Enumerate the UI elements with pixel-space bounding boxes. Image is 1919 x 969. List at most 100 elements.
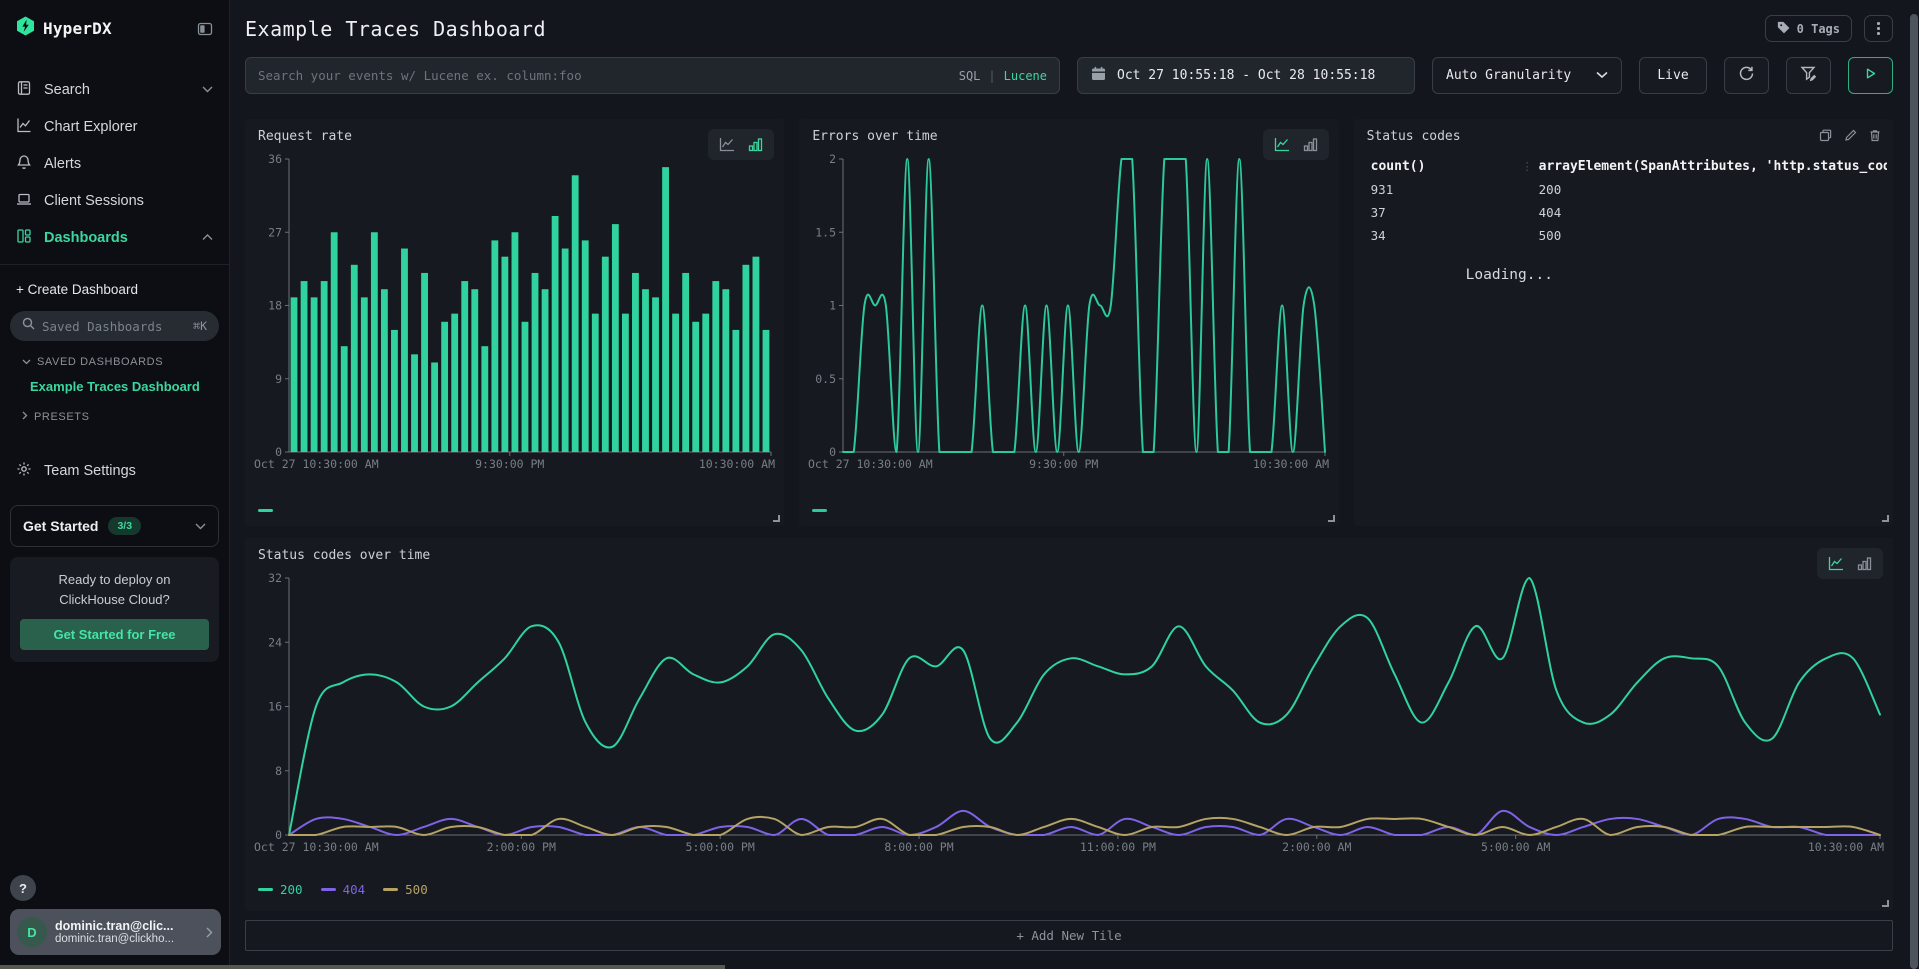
svg-text:8: 8 — [275, 764, 282, 778]
run-query-button[interactable] — [1848, 57, 1893, 94]
svg-text:24: 24 — [268, 635, 282, 649]
page-title: Example Traces Dashboard — [245, 17, 546, 41]
chevron-right-icon — [206, 927, 213, 938]
tile-resize-handle[interactable] — [1882, 515, 1889, 522]
sidebar-item-team-settings[interactable]: Team Settings — [0, 452, 229, 489]
refresh-button[interactable] — [1724, 57, 1769, 94]
clickhouse-promo-card: Ready to deploy on ClickHouse Cloud? Get… — [10, 557, 219, 662]
chevron-down-icon — [195, 523, 206, 530]
table-row[interactable]: 37 404 — [1371, 205, 1887, 228]
search-doc-icon — [16, 80, 32, 100]
loading-indicator: Loading... — [1466, 267, 1887, 283]
svg-text:16: 16 — [268, 700, 282, 714]
column-header[interactable]: arrayElement(SpanAttributes, 'http.statu… — [1539, 159, 1887, 174]
svg-text:9: 9 — [275, 372, 282, 386]
sidebar-item-client-sessions[interactable]: Client Sessions — [0, 182, 229, 219]
sidebar-collapse-icon[interactable] — [197, 21, 213, 37]
date-range-value: Oct 27 10:55:18 - Oct 28 10:55:18 — [1117, 68, 1375, 83]
delete-tile-icon[interactable] — [1869, 129, 1881, 142]
tile-resize-handle[interactable] — [773, 515, 780, 522]
sidebar-item-alerts[interactable]: Alerts — [0, 145, 229, 182]
get-started-label: Get Started — [23, 518, 98, 534]
vertical-scrollbar[interactable] — [1910, 14, 1918, 969]
main-content: Example Traces Dashboard 0 Tags Search y… — [230, 0, 1919, 969]
sidebar-item-label: Alerts — [44, 156, 81, 172]
tile-status-codes: Status codes count() ⋮ arrayElement(Span… — [1354, 119, 1893, 526]
date-range-picker[interactable]: Oct 27 10:55:18 - Oct 28 10:55:18 — [1077, 57, 1415, 94]
refresh-icon — [1738, 65, 1755, 87]
legend-item-404[interactable]: 404 — [321, 882, 366, 897]
line-chart-toggle-icon[interactable] — [719, 137, 735, 152]
duplicate-tile-icon[interactable] — [1819, 129, 1832, 142]
table-row[interactable]: 931 200 — [1371, 182, 1887, 205]
chevron-up-icon — [202, 234, 213, 241]
filter-button[interactable] — [1786, 57, 1831, 94]
svg-text:10:30:00 AM: 10:30:00 AM — [1253, 457, 1329, 471]
table-row[interactable]: 34 500 — [1371, 228, 1887, 251]
legend-item-500[interactable]: 500 — [383, 882, 428, 897]
get-started-free-button[interactable]: Get Started for Free — [20, 619, 209, 650]
svg-text:9:30:00 PM: 9:30:00 PM — [1029, 457, 1098, 471]
saved-dashboards-section-header[interactable]: SAVED DASHBOARDS — [0, 347, 229, 377]
svg-text:1.5: 1.5 — [816, 225, 837, 239]
legend-item[interactable] — [812, 509, 827, 512]
filter-edit-icon — [1800, 65, 1817, 87]
sidebar-item-label: Client Sessions — [44, 193, 144, 209]
saved-dashboards-search-input[interactable]: Saved Dashboards ⌘K — [10, 311, 219, 341]
create-dashboard-button[interactable]: + Create Dashboard — [0, 271, 229, 307]
sidebar-item-chart-explorer[interactable]: Chart Explorer — [0, 108, 229, 145]
table-header-row: count() ⋮ arrayElement(SpanAttributes, '… — [1371, 159, 1887, 182]
horizontal-scrollbar[interactable] — [0, 965, 725, 969]
chevron-down-icon — [1596, 68, 1608, 83]
dashboard-menu-button[interactable] — [1864, 15, 1893, 42]
live-button[interactable]: Live — [1639, 57, 1707, 94]
event-search-placeholder: Search your events w/ Lucene ex. column:… — [258, 68, 949, 83]
line-chart-toggle-icon[interactable] — [1274, 137, 1290, 152]
bar-chart-toggle-icon[interactable] — [1303, 137, 1318, 152]
user-menu[interactable]: D dominic.tran@clic... dominic.tran@clic… — [10, 909, 221, 955]
app-logo[interactable]: HyperDX — [16, 16, 112, 41]
legend-item-200[interactable]: 200 — [258, 882, 303, 897]
chevron-right-icon — [22, 411, 28, 423]
dashboards-icon — [16, 228, 32, 248]
status-codes-over-time-chart[interactable]: 08162432Oct 27 10:30:00 AM2:00:00 PM5:00… — [253, 570, 1885, 859]
tile-errors-over-time: Errors over time 00.511.52Oct 27 10:30:0… — [799, 119, 1338, 526]
svg-text:10:30:00 AM: 10:30:00 AM — [1808, 840, 1884, 854]
granularity-select[interactable]: Auto Granularity — [1432, 57, 1622, 94]
column-resizer[interactable]: ⋮ — [1522, 160, 1539, 173]
errors-over-time-chart[interactable]: 00.511.52Oct 27 10:30:00 AM9:30:00 PM10:… — [807, 151, 1330, 476]
svg-text:36: 36 — [268, 152, 282, 166]
edit-tile-icon[interactable] — [1844, 129, 1857, 142]
sidebar-item-search[interactable]: Search — [0, 71, 229, 108]
sidebar-item-example-traces-dashboard[interactable]: Example Traces Dashboard — [0, 377, 229, 396]
tile-title: Status codes — [1367, 129, 1461, 144]
legend-item[interactable] — [258, 509, 273, 512]
tile-request-rate: Request rate 09182736Oct 27 10:30:00 AM9… — [245, 119, 784, 526]
gear-icon — [16, 461, 32, 481]
sidebar: HyperDX Search Chart Explorer Alerts Cli… — [0, 0, 230, 969]
presets-section-header[interactable]: PRESETS — [0, 402, 229, 432]
kebab-icon — [1877, 22, 1880, 35]
event-search-input[interactable]: Search your events w/ Lucene ex. column:… — [245, 57, 1060, 94]
user-email: dominic.tran@clickho... — [55, 933, 198, 945]
line-chart-toggle-icon[interactable] — [1828, 556, 1844, 571]
sql-mode-toggle[interactable]: SQL — [959, 69, 981, 83]
bar-chart-toggle-icon[interactable] — [748, 137, 763, 152]
request-rate-chart[interactable]: 09182736Oct 27 10:30:00 AM9:30:00 PM10:3… — [253, 151, 776, 476]
svg-text:5:00:00 AM: 5:00:00 AM — [1481, 840, 1550, 854]
bar-chart-toggle-icon[interactable] — [1857, 556, 1872, 571]
add-new-tile-button[interactable]: + Add New Tile — [245, 920, 1893, 951]
hyperdx-logo-icon — [16, 16, 35, 41]
chart-explorer-icon — [16, 117, 32, 137]
lucene-mode-toggle[interactable]: Lucene — [1004, 69, 1047, 83]
tags-button[interactable]: 0 Tags — [1765, 15, 1852, 42]
tile-resize-handle[interactable] — [1882, 900, 1889, 907]
svg-text:Oct 27 10:30:00 AM: Oct 27 10:30:00 AM — [254, 457, 379, 471]
tile-resize-handle[interactable] — [1328, 515, 1335, 522]
svg-text:1: 1 — [829, 299, 836, 313]
column-header[interactable]: count() — [1371, 159, 1522, 174]
help-button[interactable]: ? — [10, 875, 36, 901]
sidebar-item-dashboards[interactable]: Dashboards — [0, 219, 229, 256]
app-name: HyperDX — [43, 19, 112, 38]
get-started-card[interactable]: Get Started 3/3 — [10, 505, 219, 547]
